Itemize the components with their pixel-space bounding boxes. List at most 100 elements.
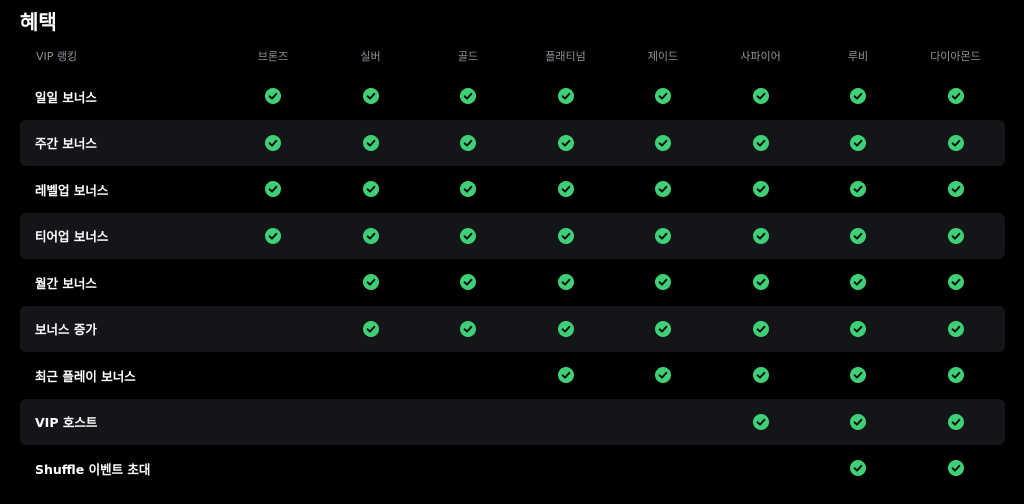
tier-cell xyxy=(936,306,976,353)
tier-cell xyxy=(253,166,293,213)
check-circle-icon xyxy=(655,227,671,244)
check-circle-icon xyxy=(460,274,476,291)
check-circle-icon xyxy=(850,413,866,430)
tier-cell xyxy=(936,352,976,399)
tier-cell xyxy=(741,352,781,399)
benefit-name: Shuffle 이벤트 초대 xyxy=(35,461,151,477)
tier-cell xyxy=(936,213,976,260)
vip-rank-header: VIP 랭킹 xyxy=(36,50,78,63)
tier-header-jade: 제이드 xyxy=(647,50,679,63)
table-row: 일일 보너스 xyxy=(20,73,1005,120)
benefits-page: 혜택 VIP 랭킹 브론즈 실버 골드 플래티넘 제이드 사파이어 루비 다이아… xyxy=(0,0,1024,504)
check-circle-icon xyxy=(655,134,671,151)
tier-cell xyxy=(838,352,878,399)
check-circle-icon xyxy=(655,367,671,384)
tier-cell xyxy=(643,352,683,399)
check-circle-icon xyxy=(947,227,964,244)
check-circle-icon xyxy=(655,274,671,291)
benefit-name: 보너스 증가 xyxy=(35,322,97,338)
tier-cell xyxy=(838,166,878,213)
check-circle-icon xyxy=(947,181,964,198)
tier-cell xyxy=(936,445,976,492)
table-header: VIP 랭킹 브론즈 실버 골드 플래티넘 제이드 사파이어 루비 다이아몬드 xyxy=(20,39,1005,73)
table-row: 보너스 증가 xyxy=(20,305,1005,353)
tier-cell xyxy=(838,120,878,167)
tier-header-diamond: 다이아몬드 xyxy=(930,50,981,63)
check-circle-icon xyxy=(362,88,379,105)
check-circle-icon xyxy=(752,274,769,291)
tier-header-sapphire: 사파이어 xyxy=(740,50,781,63)
check-circle-icon xyxy=(460,227,476,244)
tier-cell xyxy=(643,166,683,213)
table-row: 티어업 보너스 xyxy=(20,212,1005,260)
tier-cell xyxy=(838,73,878,120)
benefit-name: 월간 보너스 xyxy=(35,275,97,291)
tier-cell xyxy=(448,306,488,353)
tier-cell xyxy=(643,73,683,120)
tier-cell xyxy=(448,166,488,213)
table-row: VIP 호스트 xyxy=(20,398,1005,445)
benefit-name: VIP 호스트 xyxy=(35,415,98,431)
check-circle-icon xyxy=(362,320,379,337)
benefit-name: 주간 보너스 xyxy=(35,136,97,152)
tier-cell xyxy=(741,213,781,260)
tier-cell xyxy=(351,213,391,260)
tier-cell xyxy=(936,120,976,167)
benefit-name: 최근 플레이 보너스 xyxy=(35,368,136,384)
check-circle-icon xyxy=(265,134,281,151)
tier-cell xyxy=(741,259,781,306)
tier-cell xyxy=(546,120,586,167)
tier-cell xyxy=(351,166,391,213)
check-circle-icon xyxy=(850,274,866,291)
check-circle-icon xyxy=(752,88,769,105)
check-circle-icon xyxy=(752,320,769,337)
check-circle-icon xyxy=(557,367,574,384)
check-circle-icon xyxy=(850,181,866,198)
check-circle-icon xyxy=(557,134,574,151)
check-circle-icon xyxy=(265,181,281,198)
tier-cell xyxy=(546,166,586,213)
table-row: 레벨업 보너스 xyxy=(20,166,1005,213)
check-circle-icon xyxy=(460,134,476,151)
check-circle-icon xyxy=(850,320,866,337)
tier-cell xyxy=(741,120,781,167)
benefit-name: 레벨업 보너스 xyxy=(35,182,109,198)
tier-cell xyxy=(546,352,586,399)
check-circle-icon xyxy=(947,320,964,337)
check-circle-icon xyxy=(362,134,379,151)
table-row: 최근 플레이 보너스 xyxy=(20,352,1005,399)
benefit-name: 일일 보너스 xyxy=(35,89,97,105)
tier-header-platinum: 플래티넘 xyxy=(545,50,586,63)
check-circle-icon xyxy=(557,181,574,198)
check-circle-icon xyxy=(752,367,769,384)
tier-cell xyxy=(351,120,391,167)
tier-cell xyxy=(741,73,781,120)
check-circle-icon xyxy=(752,181,769,198)
tier-cell xyxy=(546,213,586,260)
tier-cell xyxy=(351,73,391,120)
check-circle-icon xyxy=(655,181,671,198)
tier-cell xyxy=(838,213,878,260)
tier-header-bronze: 브론즈 xyxy=(257,50,289,63)
tier-cell xyxy=(643,306,683,353)
check-circle-icon xyxy=(655,320,671,337)
check-circle-icon xyxy=(460,181,476,198)
check-circle-icon xyxy=(850,227,866,244)
table-body: 일일 보너스주간 보너스레벨업 보너스티어업 보너스월간 보너스보너스 증가최근… xyxy=(20,73,1005,492)
check-circle-icon xyxy=(752,134,769,151)
tier-cell xyxy=(936,166,976,213)
tier-cell xyxy=(936,73,976,120)
check-circle-icon xyxy=(557,320,574,337)
table-row: 주간 보너스 xyxy=(20,119,1005,167)
check-circle-icon xyxy=(362,274,379,291)
check-circle-icon xyxy=(460,320,476,337)
tier-cell xyxy=(448,120,488,167)
benefit-name: 티어업 보너스 xyxy=(35,229,109,245)
check-circle-icon xyxy=(752,413,769,430)
check-circle-icon xyxy=(947,460,964,477)
check-circle-icon xyxy=(752,227,769,244)
tier-cell xyxy=(351,306,391,353)
tier-cell xyxy=(351,259,391,306)
tier-cell xyxy=(741,306,781,353)
check-circle-icon xyxy=(947,413,964,430)
